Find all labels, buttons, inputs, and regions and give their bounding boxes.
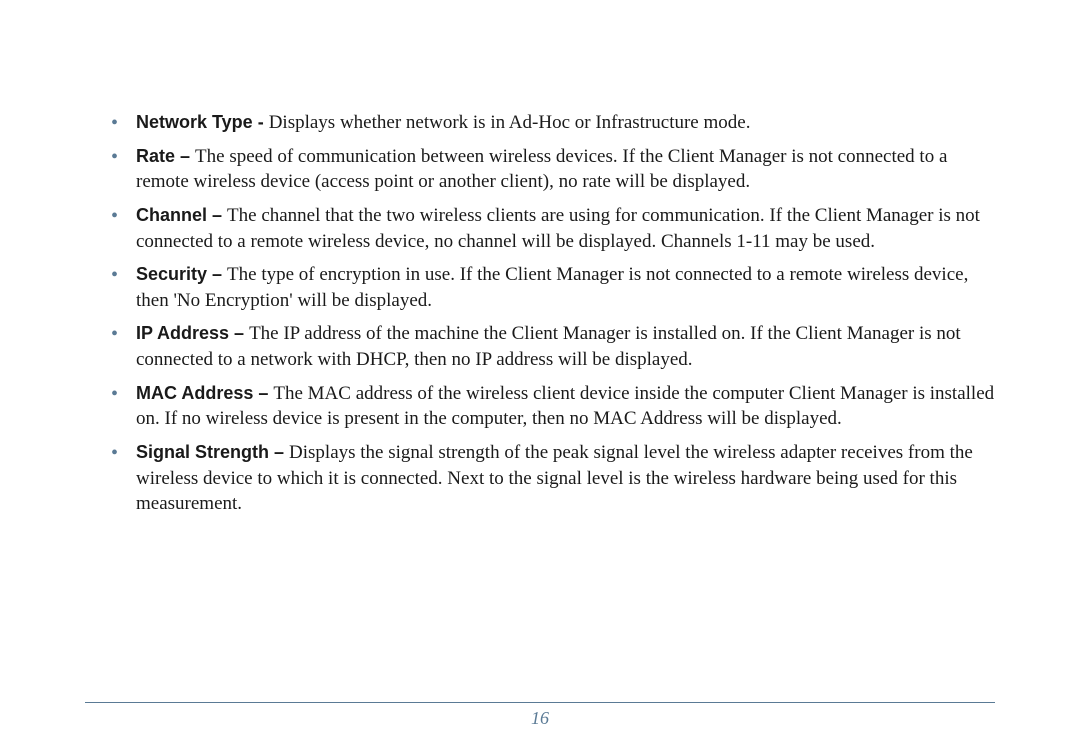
list-item: Rate – The speed of communication betwee… xyxy=(119,144,995,195)
definition-list: Network Type - Displays whether network … xyxy=(85,110,995,517)
page-number: 16 xyxy=(0,708,1080,729)
list-item: IP Address – The IP address of the machi… xyxy=(119,321,995,372)
term-description: The channel that the two wireless client… xyxy=(136,205,980,252)
term-description: The IP address of the machine the Client… xyxy=(136,323,961,370)
term-label: Rate – xyxy=(136,146,195,166)
term-label: IP Address – xyxy=(136,323,249,343)
list-item: Network Type - Displays whether network … xyxy=(119,110,995,136)
term-description: The speed of communication between wirel… xyxy=(136,146,947,193)
term-label: Channel – xyxy=(136,205,227,225)
term-label: Security – xyxy=(136,264,227,284)
term-description: Displays whether network is in Ad-Hoc or… xyxy=(269,112,751,133)
term-label: MAC Address – xyxy=(136,383,273,403)
list-item: Signal Strength – Displays the signal st… xyxy=(119,440,995,517)
list-item: MAC Address – The MAC address of the wir… xyxy=(119,381,995,432)
list-item: Channel – The channel that the two wirel… xyxy=(119,203,995,254)
footer-divider xyxy=(85,702,995,703)
term-label: Network Type - xyxy=(136,112,269,132)
term-label: Signal Strength – xyxy=(136,442,289,462)
list-item: Security – The type of encryption in use… xyxy=(119,262,995,313)
term-description: The type of encryption in use. If the Cl… xyxy=(136,264,968,311)
document-content: Network Type - Displays whether network … xyxy=(85,110,995,517)
